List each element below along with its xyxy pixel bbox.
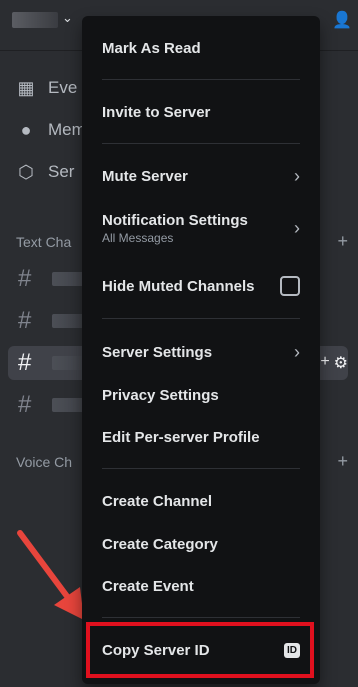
voice-channels-category[interactable]: Voice Ch — [16, 454, 72, 470]
menu-item-label: Create Event — [102, 577, 194, 595]
menu-separator — [102, 79, 300, 80]
menu-separator — [102, 468, 300, 469]
highlight-box — [86, 622, 314, 678]
menu-item-create-category[interactable]: Create Category — [92, 532, 310, 556]
menu-item-label: Create Category — [102, 535, 218, 553]
menu-item-notification-settings[interactable]: Notification Settings All Messages › — [92, 208, 310, 248]
chevron-right-icon: › — [294, 217, 300, 238]
hide-muted-checkbox[interactable] — [280, 276, 300, 296]
menu-item-label: Create Channel — [102, 492, 213, 510]
hash-icon: # — [18, 265, 32, 292]
sidebar-item-members[interactable]: ● Mem — [16, 116, 86, 144]
add-voice-channel-icon[interactable]: + — [337, 451, 348, 472]
text-channels-category[interactable]: Text Cha — [16, 234, 71, 250]
menu-item-invite[interactable]: Invite to Server — [92, 100, 310, 124]
menu-item-mark-as-read[interactable]: Mark As Read — [92, 36, 310, 60]
sidebar-item-label: Ser — [48, 162, 75, 181]
chevron-right-icon: › — [294, 341, 300, 362]
menu-separator — [102, 143, 300, 144]
menu-item-label: Mute Server — [102, 167, 188, 185]
menu-separator — [102, 318, 300, 319]
menu-item-label: Hide Muted Channels — [102, 277, 255, 295]
add-channel-icon[interactable]: + — [337, 231, 348, 252]
calendar-icon: ▦ — [17, 77, 35, 98]
locked-hash-icon: # — [18, 391, 32, 418]
menu-separator — [102, 617, 300, 618]
sidebar-item-label: Eve — [48, 78, 78, 97]
invite-icon[interactable]: + — [320, 353, 329, 373]
sidebar-item-boosts[interactable]: ⬡ Ser — [16, 158, 74, 186]
menu-item-label: Privacy Settings — [102, 386, 219, 404]
gear-icon[interactable]: ⚙ — [334, 353, 348, 373]
server-name-redacted — [12, 12, 58, 28]
menu-item-edit-server-profile[interactable]: Edit Per-server Profile — [92, 425, 310, 449]
menu-item-hide-muted-channels[interactable]: Hide Muted Channels — [92, 273, 310, 299]
chevron-down-icon[interactable]: ⌄ — [62, 10, 73, 26]
members-icon: ● — [20, 119, 32, 140]
add-member-icon[interactable]: 👤 — [332, 10, 352, 30]
hash-icon: # — [18, 307, 32, 334]
menu-item-sublabel: All Messages — [102, 230, 174, 245]
hash-icon: # — [18, 349, 32, 376]
sidebar-item-label: Mem — [48, 120, 86, 139]
menu-item-label: Server Settings — [102, 343, 213, 361]
boost-icon: ⬡ — [18, 161, 34, 182]
menu-item-mute-server[interactable]: Mute Server › — [92, 164, 310, 188]
menu-item-label: Mark As Read — [102, 39, 201, 57]
menu-item-label: Edit Per-server Profile — [102, 428, 260, 446]
menu-item-create-event[interactable]: Create Event — [92, 574, 310, 598]
sidebar-item-events[interactable]: ▦ Eve — [16, 74, 77, 102]
menu-item-server-settings[interactable]: Server Settings › — [92, 340, 310, 364]
chevron-right-icon: › — [294, 165, 300, 186]
menu-item-label: Invite to Server — [102, 103, 211, 121]
menu-item-label: Notification Settings — [102, 211, 248, 229]
menu-item-create-channel[interactable]: Create Channel — [92, 489, 310, 513]
server-context-menu: Mark As Read Invite to Server Mute Serve… — [82, 16, 320, 684]
menu-item-privacy-settings[interactable]: Privacy Settings — [92, 383, 310, 407]
